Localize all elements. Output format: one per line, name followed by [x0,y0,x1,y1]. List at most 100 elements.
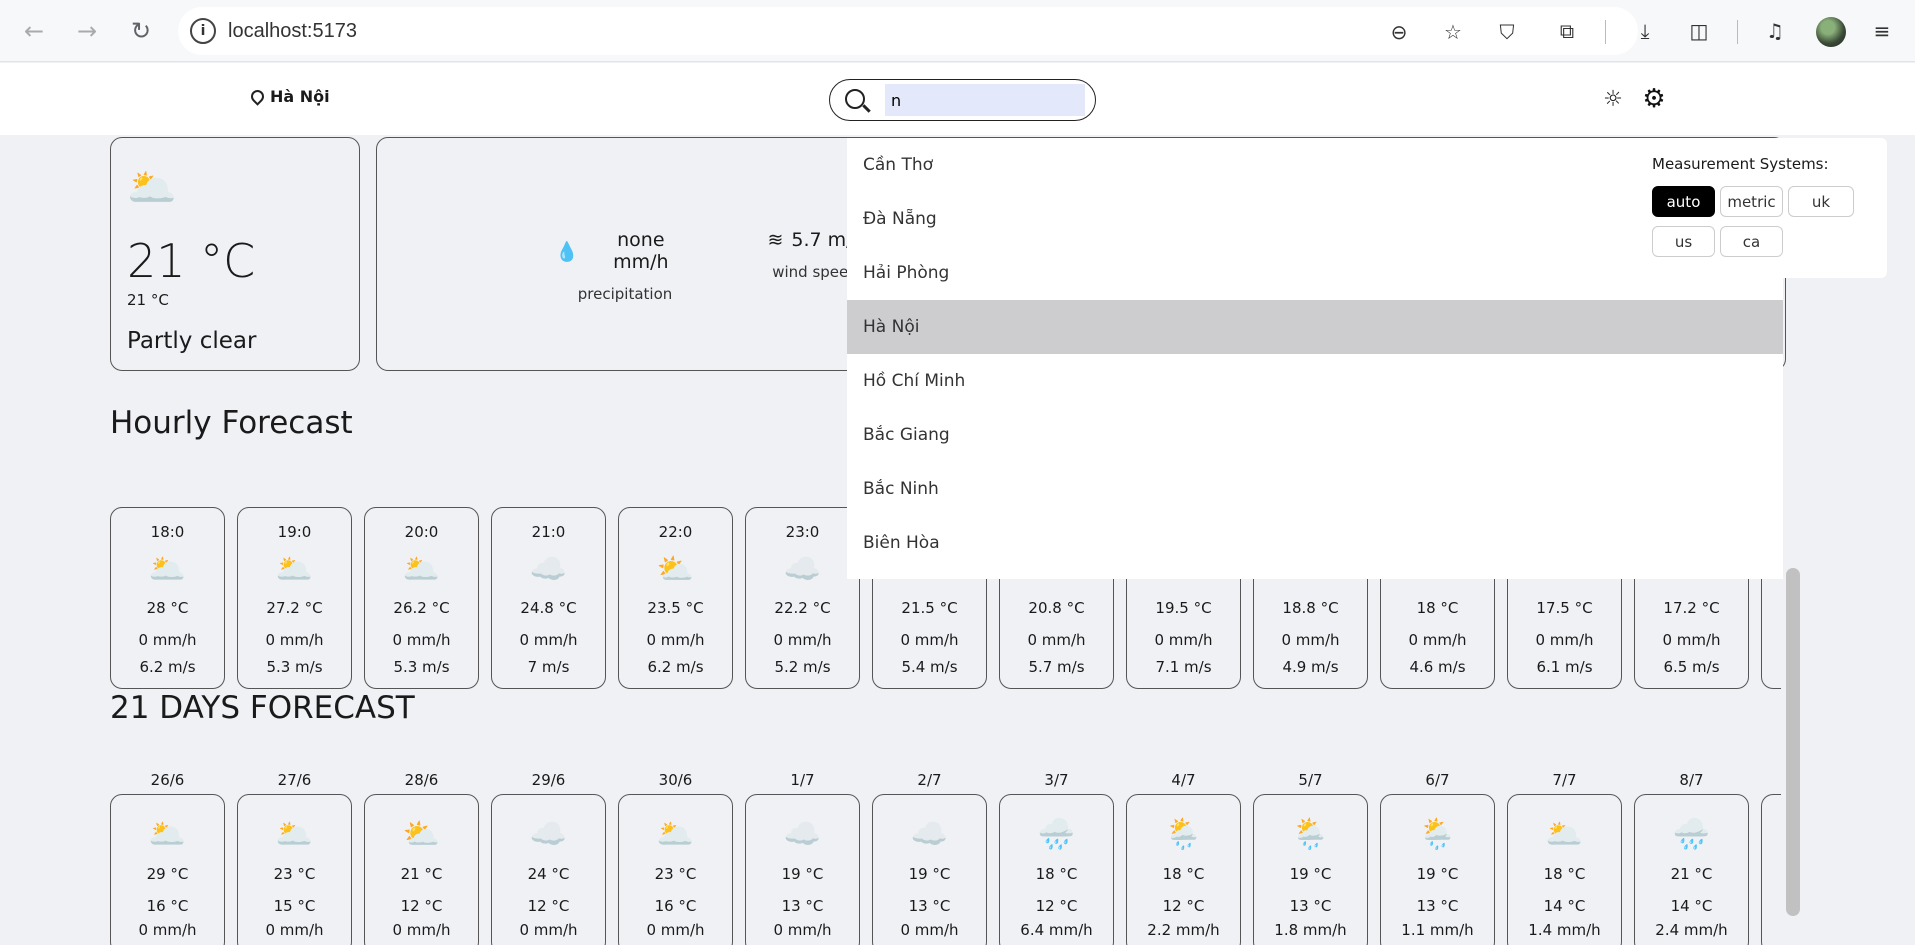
suggestion-item[interactable]: Bắc Giang [847,408,1783,462]
daily-low-temp: 13 °C [1289,897,1332,915]
weather-icon: 🌥️ [148,552,187,587]
address-bar[interactable]: i localhost:5173 ⊖ ☆ ⛉ [178,7,1638,55]
forward-icon[interactable]: → [70,14,104,48]
star-icon[interactable]: ☆ [1440,19,1466,45]
search-input[interactable] [885,84,1085,116]
weather-icon: 🌥️ [275,817,314,852]
current-location[interactable]: Hà Nội [248,87,330,106]
menu-icon[interactable]: ≡ [1867,16,1897,46]
hourly-precipitation: 0 mm/h [900,631,959,649]
precipitation-stat: 💧 none mm/h precipitation [555,229,673,303]
daily-precipitation: 0 mm/h [265,921,324,939]
hourly-wind: 6.2 m/s [647,658,704,676]
weather-icon: 🌦️ [1164,817,1203,852]
daily-precipitation: 6.4 mm/h [1020,921,1093,939]
hourly-precipitation: 0 mm/h [392,631,451,649]
daily-card: 🌦️ 19 °C 13 °C 1.8 mm/h [1253,794,1368,945]
daily-high-temp: 23 °C [273,865,316,883]
hourly-precipitation: 0 mm/h [1154,631,1213,649]
daily-high-temp: 24 °C [527,865,570,883]
hourly-precipitation: 0 mm/h [773,631,832,649]
current-temp: 21 °C [127,234,256,288]
avatar[interactable] [1816,17,1846,47]
measurement-option-metric[interactable]: metric [1720,186,1783,217]
scrollbar-thumb[interactable] [1786,568,1800,916]
daily-precipitation: 0 mm/h [773,921,832,939]
daily-card: 🌦️ 18 °C 12 °C 2.2 mm/h [1126,794,1241,945]
search-icon [845,89,865,109]
daily-date: 29/6 [531,771,566,789]
daily-high-temp: 19 °C [908,865,951,883]
daily-precipitation: 0 mm/h [392,921,451,939]
measurement-option-us[interactable]: us [1652,226,1715,257]
daily-card: ☁️ 24 °C 12 °C 0 mm/h [491,794,606,945]
download-icon[interactable]: ⤓ [1630,16,1660,46]
media-icon[interactable]: ♫ [1760,16,1790,46]
hourly-precipitation: 0 mm/h [1281,631,1340,649]
daily-precipitation: 2.2 mm/h [1147,921,1220,939]
search-box[interactable] [829,79,1096,121]
hourly-wind: 5.3 m/s [393,658,450,676]
weather-icon: ⛅ [402,817,441,852]
hourly-temp: 24.8 °C [520,599,577,617]
daily-card: 🌧️ 21 °C 14 °C 2.4 mm/h [1634,794,1749,945]
measurement-option-uk[interactable]: uk [1788,186,1854,217]
daily-low-temp: 13 °C [908,897,951,915]
daily-precipitation: 0 mm/h [519,921,578,939]
info-icon[interactable]: i [190,18,216,44]
daily-high-temp: 29 °C [146,865,189,883]
hourly-wind: 6.2 m/s [139,658,196,676]
gear-icon[interactable]: ⚙ [1640,84,1668,114]
extensions-icon[interactable]: ⧉ [1552,16,1582,46]
hourly-card: 22:0 ⛅ 23.5 °C 0 mm/h 6.2 m/s [618,507,733,689]
hourly-card: 20:0 🌥️ 26.2 °C 0 mm/h 5.3 m/s [364,507,479,689]
hourly-wind: 7.1 m/s [1155,658,1212,676]
daily-date: 26/6 [150,771,185,789]
theme-toggle-sun-icon[interactable]: ☼ [1601,87,1625,112]
daily-low-temp: 12 °C [527,897,570,915]
daily-precipitation: 0 mm/h [900,921,959,939]
daily-card: 🌥️ 18 °C 14 °C 1.4 mm/h [1507,794,1622,945]
hourly-precipitation: 0 mm/h [646,631,705,649]
daily-high-temp: 18 °C [1035,865,1078,883]
measurement-option-auto[interactable]: auto [1652,186,1715,217]
daily-card: 🌧️ 18 °C 12 °C 6.4 mm/h [999,794,1114,945]
wind-icon: ≋ [767,229,784,251]
daily-card: ☁️ 19 °C 13 °C 0 mm/h [745,794,860,945]
suggestion-item[interactable]: Hồ Chí Minh [847,354,1783,408]
hourly-forecast-title: Hourly Forecast [110,405,353,441]
measurement-systems-title: Measurement Systems: [1652,155,1829,173]
hourly-card: 18:0 🌥️ 28 °C 0 mm/h 6.2 m/s [110,507,225,689]
hourly-wind: 4.9 m/s [1282,658,1339,676]
hourly-wind: 5.2 m/s [774,658,831,676]
daily-precipitation: 2.4 mm/h [1655,921,1728,939]
hourly-temp: 17.5 °C [1536,599,1593,617]
back-icon[interactable]: ← [17,14,51,48]
suggestion-item[interactable]: Hà Nội [847,300,1783,354]
measurement-option-ca[interactable]: ca [1720,226,1783,257]
daily-high-temp: 21 °C [400,865,443,883]
weather-description: Partly clear [127,328,257,354]
hourly-temp: 28 °C [146,599,189,617]
daily-card: 🌦️ 19 °C 13 °C 1.1 mm/h [1380,794,1495,945]
daily-card: 🌥️ 29 °C 16 °C 0 mm/h [110,794,225,945]
daily-card: 🌥️ 23 °C 15 °C 0 mm/h [237,794,352,945]
shield-icon[interactable]: ⛉ [1494,19,1520,45]
hourly-temp: 27.2 °C [266,599,323,617]
toolbar-separator [1737,20,1738,44]
hourly-wind: 7 m/s [527,658,570,676]
sidebar-icon[interactable]: ◫ [1684,16,1714,46]
daily-low-temp: 13 °C [781,897,824,915]
zoom-out-icon[interactable]: ⊖ [1386,19,1412,45]
url-text[interactable]: localhost:5173 [228,20,357,43]
hourly-precipitation: 0 mm/h [1027,631,1086,649]
hourly-wind: 5.7 m/s [1028,658,1085,676]
suggestion-item[interactable]: Biên Hòa [847,516,1783,570]
daily-card: 🌥️ 23 °C 16 °C 0 mm/h [618,794,733,945]
weather-icon: 🌧️ [1672,817,1711,852]
suggestion-item[interactable]: Bắc Ninh [847,462,1783,516]
daily-date: 2/7 [917,771,942,789]
weather-icon: 🌥️ [656,817,695,852]
reload-icon[interactable]: ↻ [124,14,158,48]
daily-low-temp: 16 °C [654,897,697,915]
